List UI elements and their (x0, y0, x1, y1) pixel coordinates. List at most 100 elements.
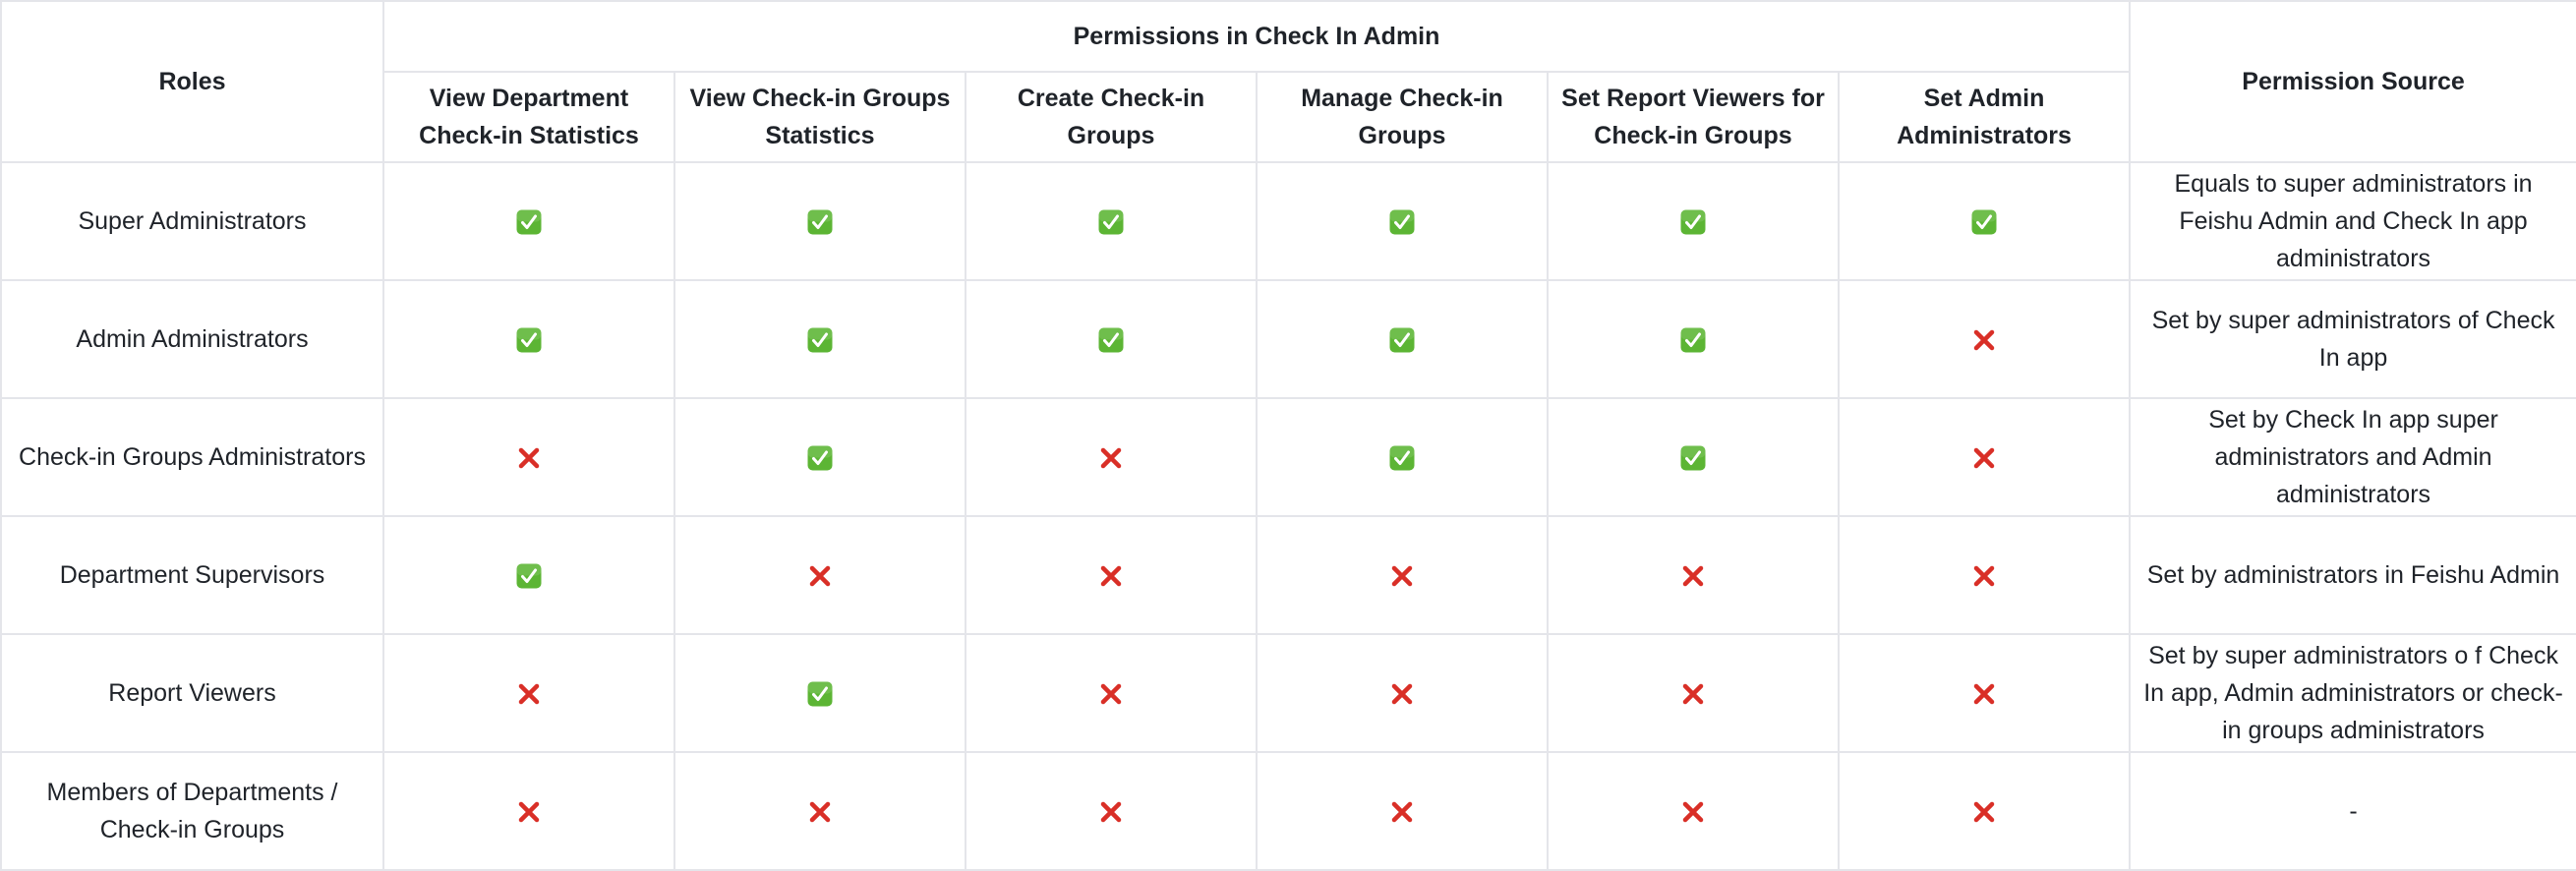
cross-mark-icon (1680, 799, 1706, 825)
role-cell: Check-in Groups Administrators (0, 397, 384, 517)
table-row: Department Supervisors Set by administra… (0, 515, 2576, 635)
check-mark-button-icon (807, 209, 833, 235)
permission-cell (965, 633, 1258, 753)
permission-cell (673, 279, 966, 399)
permission-cell (1547, 515, 1840, 635)
permission-cell (1547, 633, 1840, 753)
permissions-table: Roles Permissions in Check In Admin Perm… (0, 0, 2576, 871)
column-header-manage-groups: Manage Check-in Groups (1256, 71, 1549, 163)
permission-cell (673, 751, 966, 871)
role-label: Admin Administrators (76, 325, 309, 353)
permission-source-cell: Equals to super administrators in Feishu… (2129, 161, 2576, 281)
permission-cell (382, 161, 675, 281)
permission-cell (673, 515, 966, 635)
permission-cell (1256, 633, 1549, 753)
permission-source-cell: Set by administrators in Feishu Admin (2129, 515, 2576, 635)
check-mark-button-icon (1098, 327, 1124, 353)
cross-mark-icon (807, 799, 833, 825)
cross-mark-icon (1680, 563, 1706, 589)
permission-cell (1256, 515, 1549, 635)
permission-cell (673, 161, 966, 281)
column-header-view-department-statistics: View Department Check-in Statistics (382, 71, 675, 163)
roles-header: Roles (0, 0, 384, 163)
permission-cell (382, 279, 675, 399)
cross-mark-icon (1098, 563, 1124, 589)
cross-mark-icon (1098, 799, 1124, 825)
permission-source-text: Set by administrators in Feishu Admin (2146, 561, 2560, 589)
table-row: Report Viewers Set by super administrato… (0, 633, 2576, 753)
table-body: Super Administrators Equals to super adm… (0, 161, 2576, 871)
role-cell: Department Supervisors (0, 515, 384, 635)
permission-cell (965, 161, 1258, 281)
permission-cell (1837, 161, 2132, 281)
role-label: Report Viewers (108, 679, 276, 707)
permission-cell (1837, 633, 2132, 753)
check-mark-button-icon (1680, 445, 1706, 471)
permission-cell (1256, 161, 1549, 281)
permission-cell (1547, 161, 1840, 281)
permission-source-text: Set by Check In app super administrators… (2208, 406, 2498, 508)
permission-cell (1837, 515, 2132, 635)
check-mark-button-icon (516, 327, 542, 353)
permission-cell (1256, 279, 1549, 399)
permission-source-header: Permission Source (2129, 0, 2576, 163)
table-row: Super Administrators Equals to super adm… (0, 161, 2576, 281)
permission-source-text: - (2349, 797, 2358, 825)
permission-cell (1837, 751, 2132, 871)
check-mark-button-icon (516, 209, 542, 235)
column-header-create-groups: Create Check-in Groups (965, 71, 1258, 163)
cross-mark-icon (516, 445, 542, 471)
permission-cell (965, 279, 1258, 399)
check-mark-button-icon (1389, 327, 1415, 353)
table-row: Members of Departments / Check-in Groups… (0, 751, 2576, 871)
cross-mark-icon (516, 681, 542, 707)
permission-cell (965, 397, 1258, 517)
permission-cell (1547, 751, 1840, 871)
permission-source-text: Set by super administrators of Check In … (2151, 307, 2555, 372)
permission-cell (1547, 397, 1840, 517)
cross-mark-icon (1680, 681, 1706, 707)
check-mark-button-icon (1389, 209, 1415, 235)
role-cell: Super Administrators (0, 161, 384, 281)
permission-cell (1547, 279, 1840, 399)
check-mark-button-icon (516, 563, 542, 589)
role-cell: Members of Departments / Check-in Groups (0, 751, 384, 871)
permission-source-cell: Set by super administrators of Check In … (2129, 279, 2576, 399)
permission-cell (1256, 751, 1549, 871)
permission-cell (1837, 397, 2132, 517)
cross-mark-icon (1971, 563, 1997, 589)
cross-mark-icon (1389, 799, 1415, 825)
table-row: Check-in Groups Administrators Set by Ch… (0, 397, 2576, 517)
permission-source-cell: Set by Check In app super administrators… (2129, 397, 2576, 517)
permission-source-text: Equals to super administrators in Feishu… (2174, 170, 2533, 272)
cross-mark-icon (1971, 681, 1997, 707)
check-mark-button-icon (807, 327, 833, 353)
check-mark-button-icon (1098, 209, 1124, 235)
permission-source-cell: - (2129, 751, 2576, 871)
permission-cell (965, 751, 1258, 871)
permissions-group-header: Permissions in Check In Admin (381, 0, 2132, 73)
check-mark-button-icon (1971, 209, 1997, 235)
permission-cell (965, 515, 1258, 635)
check-mark-button-icon (1389, 445, 1415, 471)
cross-mark-icon (1971, 445, 1997, 471)
check-mark-button-icon (1680, 209, 1706, 235)
role-cell: Admin Administrators (0, 279, 384, 399)
permission-cell (382, 751, 675, 871)
role-label: Super Administrators (78, 207, 307, 235)
check-mark-button-icon (807, 445, 833, 471)
column-header-view-groups-statistics: View Check-in Groups Statistics (673, 71, 966, 163)
permission-cell (1256, 397, 1549, 517)
permission-cell (673, 633, 966, 753)
permission-source-cell: Set by super administrators o f Check In… (2129, 633, 2576, 753)
permission-cell (382, 515, 675, 635)
role-cell: Report Viewers (0, 633, 384, 753)
cross-mark-icon (516, 799, 542, 825)
column-header-set-report-viewers: Set Report Viewers for Check-in Groups (1547, 71, 1840, 163)
table-header: Roles Permissions in Check In Admin Perm… (0, 0, 2576, 163)
role-label: Check-in Groups Administrators (19, 443, 366, 471)
check-mark-button-icon (1680, 327, 1706, 353)
permission-source-text: Set by super administrators o f Check In… (2143, 642, 2563, 744)
permission-cell (382, 397, 675, 517)
cross-mark-icon (1971, 799, 1997, 825)
